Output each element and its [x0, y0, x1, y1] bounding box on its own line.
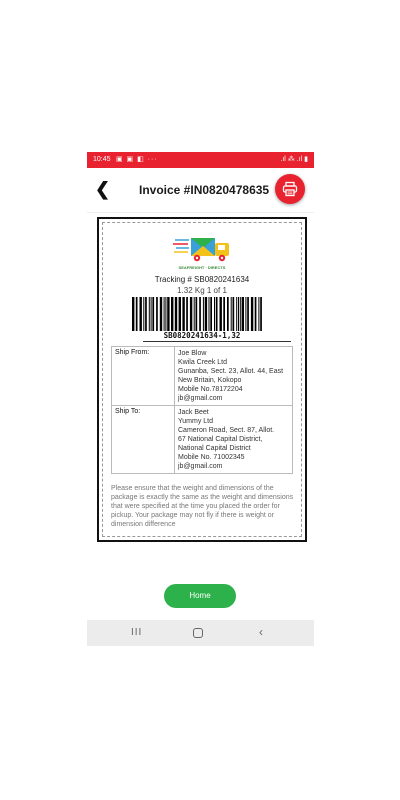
barcode-bar: [156, 297, 158, 331]
ship-from-city: New Britain, Kokopo: [178, 377, 242, 384]
shipping-label-inner: SEAFREIGHT · DIRECTS Tracking # SB082024…: [102, 222, 302, 537]
ship-to-district: 67 National Capital District,: [178, 436, 263, 443]
weight-notice: Please ensure that the weight and dimens…: [111, 485, 294, 528]
ship-from-address: Joe Blow Kwila Creek Ltd Gunanba, Sect. …: [174, 346, 293, 406]
barcode-bar: [232, 297, 235, 331]
ship-to-name: Jack Beet: [178, 409, 209, 416]
ship-from-name: Joe Blow: [178, 350, 207, 357]
ship-from-street: Gunanba, Sect. 23, Allot. 44, East: [178, 368, 284, 375]
barcode-bar: [132, 297, 135, 331]
barcode: [132, 297, 262, 331]
package-weight: 1.32 Kg 1 of 1: [177, 286, 227, 295]
barcode-underline: [143, 341, 291, 342]
app-bar: ❮ Invoice #IN0820478635: [87, 168, 314, 213]
barcode-bar: [202, 297, 204, 331]
barcode-bar: [178, 297, 181, 331]
signal-battery-icons: .ıl ⁂ .ıl ▮: [280, 156, 308, 163]
shipping-label: SEAFREIGHT · DIRECTS Tracking # SB082024…: [97, 217, 307, 542]
ship-to-row: Ship To: Jack Beet Yummy Ltd Cameron Roa…: [111, 405, 293, 474]
barcode-bar: [195, 297, 198, 331]
ship-to-street: Cameron Road, Sect. 87, Allot.: [178, 427, 275, 434]
ship-to-email: jb@gmail.com: [178, 463, 223, 470]
barcode-bar: [227, 297, 229, 331]
ship-from-row: Ship From: Joe Blow Kwila Creek Ltd Guna…: [111, 346, 293, 406]
barcode-text: SB0820241634-1,32: [163, 331, 241, 340]
back-icon[interactable]: ‹: [259, 625, 263, 639]
barcode-bar: [189, 297, 193, 331]
barcode-bar: [230, 297, 232, 331]
tracking-number: Tracking # SB0820241634: [154, 275, 250, 284]
barcode-bar: [245, 297, 247, 331]
barcode-bar: [247, 297, 249, 331]
phone-screen: 10:45 ▣ ▣ ◧ ··· .ıl ⁂ .ıl ▮ ❮ Invoice #I…: [87, 152, 314, 646]
barcode-bar: [210, 297, 212, 331]
barcode-bar: [165, 297, 167, 331]
company-logo: [173, 238, 229, 262]
status-bar: 10:45 ▣ ▣ ◧ ··· .ıl ⁂ .ıl ▮: [87, 152, 314, 168]
barcode-bar: [139, 297, 142, 331]
recents-icon[interactable]: III: [131, 627, 142, 638]
logo-wordmark: SEAFREIGHT · DIRECTS: [178, 265, 226, 270]
barcode-bar: [215, 297, 218, 331]
barcode-bar: [143, 297, 145, 331]
ship-from-company: Kwila Creek Ltd: [178, 359, 228, 366]
barcode-bar: [254, 297, 257, 331]
barcode-bar: [193, 297, 195, 331]
barcode-bar: [135, 297, 138, 331]
ship-to-address: Jack Beet Yummy Ltd Cameron Road, Sect. …: [174, 405, 293, 474]
barcode-bar: [174, 297, 178, 331]
barcode-bar: [223, 297, 225, 331]
barcode-bar: [258, 297, 260, 331]
barcode-bar: [238, 297, 239, 331]
barcode-bar: [186, 297, 188, 331]
ship-to-label: Ship To:: [111, 405, 175, 474]
home-icon[interactable]: [193, 628, 203, 638]
status-time: 10:45: [93, 156, 111, 163]
barcode-bar: [239, 297, 241, 331]
ship-to-mobile: Mobile No. 71002345: [178, 454, 245, 461]
ship-to-region: National Capital District: [178, 445, 251, 452]
barcode-bar: [171, 297, 174, 331]
notification-icons: ▣ ▣ ◧ ···: [116, 156, 158, 163]
barcode-bar: [250, 297, 254, 331]
barcode-bar: [208, 297, 210, 331]
barcode-bar: [148, 297, 150, 331]
barcode-bar: [150, 297, 152, 331]
printer-icon: [282, 181, 298, 197]
barcode-bar: [236, 297, 238, 331]
barcode-bar: [163, 297, 165, 331]
print-button[interactable]: [275, 174, 305, 204]
barcode-bar: [167, 297, 170, 331]
barcode-bar: [204, 297, 208, 331]
barcode-bar: [182, 297, 185, 331]
barcode-bar: [260, 297, 262, 331]
ship-from-label: Ship From:: [111, 346, 175, 406]
barcode-bar: [152, 297, 155, 331]
ship-to-company: Yummy Ltd: [178, 418, 214, 425]
ship-from-mobile: Mobile No.78172204: [178, 386, 243, 393]
address-table: Ship From: Joe Blow Kwila Creek Ltd Guna…: [111, 346, 293, 474]
barcode-bar: [214, 297, 215, 331]
barcode-bar: [241, 297, 244, 331]
back-arrow-icon[interactable]: ❮: [95, 178, 110, 200]
ship-from-email: jb@gmail.com: [178, 395, 223, 402]
barcode-bar: [159, 297, 163, 331]
barcode-bar: [219, 297, 222, 331]
barcode-bar: [145, 297, 147, 331]
barcode-bar: [199, 297, 201, 331]
system-nav-bar: III ‹: [87, 620, 314, 646]
home-button[interactable]: Home: [164, 584, 236, 608]
page-title: Invoice #IN0820478635: [139, 183, 270, 197]
